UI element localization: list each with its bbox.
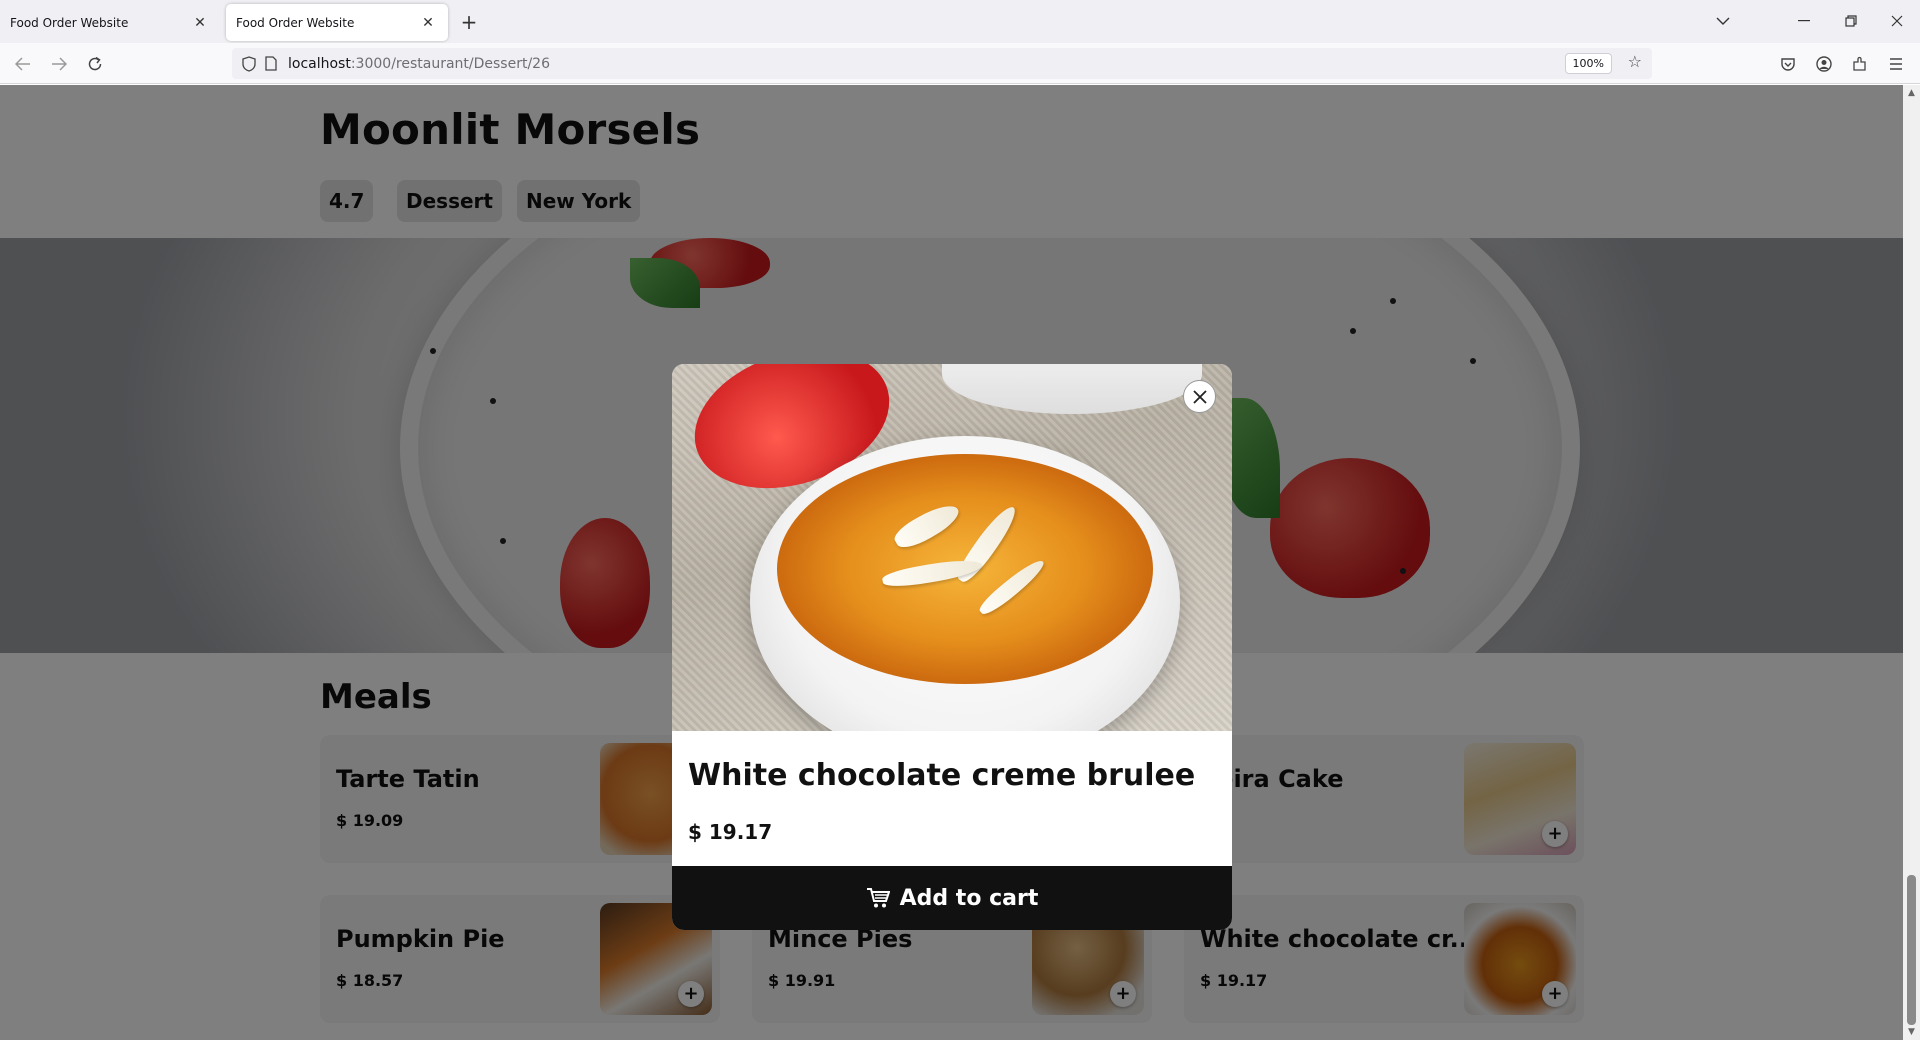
browser-navbar: localhost:3000/restaurant/Dessert/26 100… — [0, 43, 1920, 84]
account-icon[interactable] — [1812, 52, 1836, 76]
bookmark-star-icon[interactable]: ☆ — [1628, 52, 1642, 71]
modal-dish-image — [672, 364, 1232, 731]
list-tabs-icon[interactable] — [1708, 8, 1738, 34]
add-to-cart-button[interactable]: Add to cart — [672, 866, 1232, 930]
add-to-cart-label: Add to cart — [899, 885, 1039, 911]
tab-close-icon[interactable]: ✕ — [418, 13, 438, 33]
url-host: localhost — [288, 55, 351, 72]
pocket-icon[interactable] — [1776, 52, 1800, 76]
zoom-level-badge[interactable]: 100% — [1564, 53, 1612, 74]
browser-tab-2[interactable]: Food Order Website ✕ — [226, 4, 448, 41]
minimize-icon[interactable] — [1789, 8, 1819, 34]
scroll-up-icon[interactable]: ▲ — [1903, 85, 1920, 101]
tab-title: Food Order Website — [10, 15, 129, 30]
window-close-icon[interactable] — [1882, 8, 1912, 34]
address-bar[interactable]: localhost:3000/restaurant/Dessert/26 100… — [232, 48, 1652, 79]
close-icon — [1192, 389, 1207, 404]
shield-icon[interactable] — [238, 53, 260, 75]
menu-icon[interactable] — [1884, 52, 1908, 76]
reload-icon[interactable] — [82, 51, 108, 77]
extensions-icon[interactable] — [1848, 52, 1872, 76]
modal-item-title: White chocolate creme brulee — [688, 758, 1196, 793]
page-scrollbar[interactable]: ▲ ▼ — [1903, 85, 1920, 1040]
url-path: :3000/restaurant/Dessert/26 — [350, 55, 550, 72]
back-icon[interactable] — [10, 51, 36, 77]
browser-tab-1[interactable]: Food Order Website ✕ — [0, 4, 220, 41]
scrollbar-thumb[interactable] — [1907, 875, 1916, 1025]
scroll-down-icon[interactable]: ▼ — [1903, 1024, 1920, 1040]
page-icon[interactable] — [260, 53, 282, 75]
tab-close-icon[interactable]: ✕ — [190, 13, 210, 33]
restore-icon[interactable] — [1836, 8, 1866, 34]
modal-close-button[interactable] — [1183, 380, 1216, 413]
url-text: localhost:3000/restaurant/Dessert/26 — [288, 56, 550, 72]
item-modal: White chocolate creme brulee $ 19.17 Add… — [672, 364, 1232, 930]
new-tab-icon[interactable]: + — [456, 10, 482, 36]
browser-tabbar: Food Order Website ✕ Food Order Website … — [0, 0, 1920, 43]
forward-icon[interactable] — [46, 51, 72, 77]
page-viewport: Moonlit Morsels 4.7 Dessert New York Mea… — [0, 85, 1903, 1040]
tab-title: Food Order Website — [236, 15, 355, 30]
cart-icon — [866, 888, 890, 908]
modal-item-price: $ 19.17 — [688, 820, 773, 844]
